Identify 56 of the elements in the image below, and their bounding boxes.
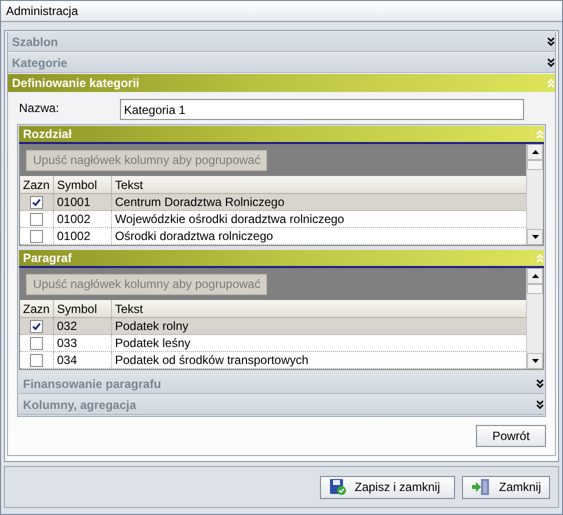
- field-label: Nazwa:: [18, 100, 60, 117]
- down-arrow-icon: [532, 235, 538, 239]
- column-header[interactable]: Symbol: [54, 300, 112, 317]
- checkbox[interactable]: [30, 196, 43, 208]
- back-button[interactable]: Powrót: [476, 425, 546, 447]
- column-header[interactable]: Tekst: [112, 176, 526, 193]
- disk-check-icon: [328, 478, 347, 496]
- scrollbar[interactable]: [526, 144, 543, 245]
- scroll-down-button[interactable]: [527, 229, 543, 245]
- table-row[interactable]: 032 Podatek rolny: [20, 318, 526, 335]
- table-row[interactable]: 034 Podatek od środków transportowych: [20, 352, 526, 369]
- table-cell-text: Centrum Doradztwa Rolniczego: [114, 194, 286, 210]
- scroll-up-button[interactable]: [527, 144, 543, 160]
- scroll-up-button[interactable]: [527, 268, 543, 284]
- table-cell-text: Podatek od środków transportowych: [114, 352, 310, 368]
- table-cell: 034: [54, 352, 112, 368]
- save-close-button[interactable]: Zapisz i zamknij: [320, 476, 455, 498]
- checkbox[interactable]: [30, 354, 43, 366]
- table-cell-text: Ośrodki doradztwa rolniczego: [114, 228, 274, 244]
- table-cell: 033: [54, 335, 112, 351]
- table-row[interactable]: 033 Podatek leśny: [20, 335, 526, 352]
- table-row[interactable]: 01001 Centrum Doradztwa Rolniczego: [20, 194, 526, 211]
- table-cell-text: Wojewódzkie ośrodki doradztwa rolniczego: [114, 211, 346, 227]
- column-header[interactable]: Symbol: [54, 176, 112, 193]
- column-header[interactable]: Zazn: [20, 176, 54, 193]
- checkbox[interactable]: [30, 320, 43, 332]
- expand-icon[interactable]: [547, 36, 555, 47]
- column-header[interactable]: Tekst: [112, 300, 526, 317]
- scroll-down-button[interactable]: [527, 353, 543, 369]
- name-field[interactable]: Kategoria 1: [120, 99, 524, 120]
- checkbox[interactable]: [30, 212, 43, 226]
- checkbox[interactable]: [30, 336, 43, 350]
- checkbox[interactable]: [30, 230, 43, 242]
- expand-icon[interactable]: [547, 57, 555, 68]
- expand-icon[interactable]: [536, 378, 544, 389]
- close-button[interactable]: Zamknij: [462, 476, 550, 498]
- table-cell-text: Podatek rolny: [114, 318, 190, 334]
- table-cell-text: Podatek leśny: [114, 335, 192, 351]
- table-cell: 01002: [54, 228, 112, 244]
- group-hint: Upuść nagłówek kolumny aby pogrupować: [26, 150, 268, 170]
- up-arrow-icon: [532, 150, 538, 154]
- table-row[interactable]: 01002 Ośrodki doradztwa rolniczego: [20, 228, 526, 245]
- table-row[interactable]: 01002 Wojewódzkie ośrodki doradztwa rolniczego: [20, 211, 526, 228]
- up-arrow-icon: [532, 274, 538, 278]
- scroll-thumb[interactable]: [527, 284, 543, 294]
- expand-icon[interactable]: [536, 399, 544, 410]
- table-cell: 01001: [54, 194, 112, 210]
- column-header[interactable]: Zazn: [20, 300, 54, 317]
- scrollbar[interactable]: [526, 268, 543, 369]
- window-title: Administracja: [6, 3, 78, 20]
- exit-door-icon: [470, 478, 491, 496]
- table-cell: 032: [54, 318, 112, 334]
- table-cell: 01002: [54, 211, 112, 227]
- down-arrow-icon: [532, 359, 538, 363]
- group-hint: Upuść nagłówek kolumny aby pogrupować: [26, 274, 268, 294]
- scroll-thumb[interactable]: [527, 160, 543, 170]
